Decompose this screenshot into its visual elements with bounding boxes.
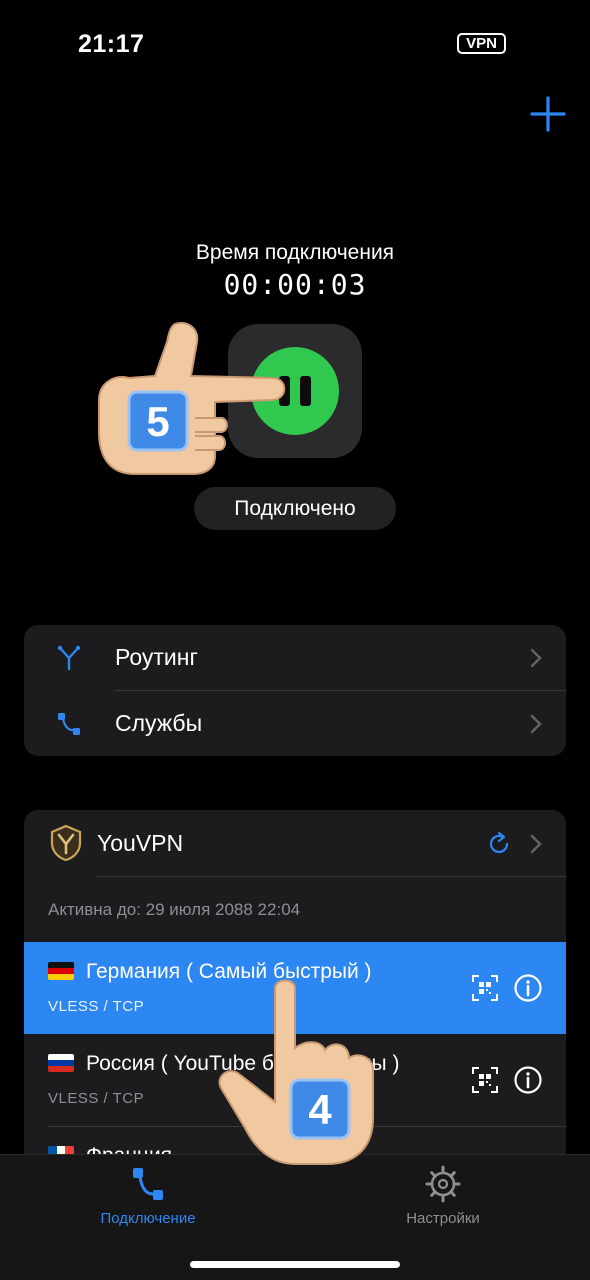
pointing-hand-step-5: 5 [98,322,286,475]
connection-status-badge: Подключено [194,487,396,530]
connection-time-label: Время подключения [195,241,395,264]
qr-code-icon[interactable] [471,1066,499,1094]
plus-icon[interactable] [530,96,566,132]
connection-icon [133,1168,163,1200]
tab-connection[interactable]: Подключение [48,1155,248,1245]
gear-icon [425,1165,461,1203]
step-number: 5 [146,398,169,445]
routing-icon [57,645,81,671]
server-protocol: VLESS / TCP [48,998,145,1015]
chevron-right-icon[interactable] [529,833,543,855]
server-protocol: VLESS / TCP [48,1090,145,1107]
tab-label: Настройки [406,1210,480,1227]
menu-item-label: Службы [115,710,203,736]
settings-menu-card: Роутинг Службы [24,625,566,756]
germany-flag-icon [48,962,74,980]
tab-label: Подключение [100,1210,196,1227]
refresh-icon[interactable] [486,831,512,857]
pointing-hand-step-4: 4 [218,979,374,1165]
russia-flag-icon [48,1054,74,1072]
qr-code-icon[interactable] [471,974,499,1002]
info-icon[interactable] [513,1065,543,1095]
vpn-badge: VPN [457,33,506,54]
youvpn-logo [50,824,82,862]
home-indicator [190,1261,400,1268]
pause-icon [300,376,311,406]
status-bar: 21:17 VPN [0,0,590,90]
menu-item-services[interactable]: Службы [24,691,566,756]
menu-item-label: Роутинг [115,644,198,670]
chevron-right-icon [530,648,542,668]
chevron-right-icon [530,714,542,734]
connection-timer: 00:00:03 [223,268,367,301]
services-icon [58,713,80,735]
menu-item-routing[interactable]: Роутинг [24,625,566,690]
status-time: 21:17 [78,30,145,58]
subscription-expiry: Активна до: 29 июля 2088 22:04 [48,900,301,919]
step-number: 4 [308,1086,332,1133]
info-icon[interactable] [513,973,543,1003]
tab-settings[interactable]: Настройки [343,1155,543,1245]
divider [96,876,566,877]
subscription-name: YouVPN [97,830,184,856]
